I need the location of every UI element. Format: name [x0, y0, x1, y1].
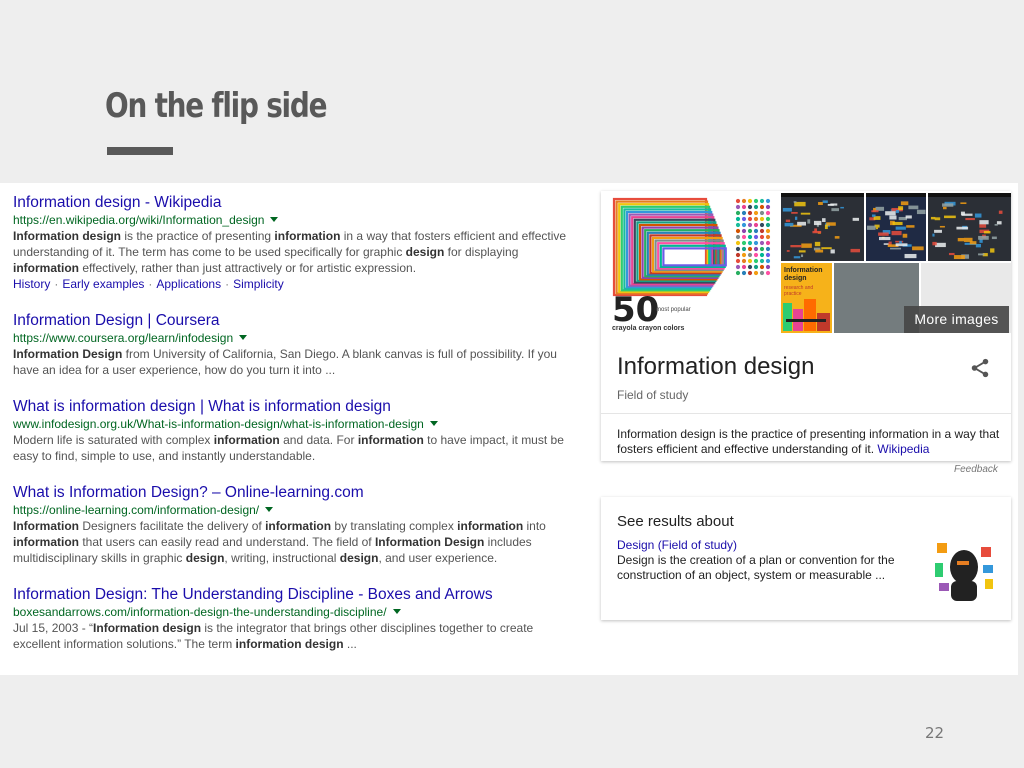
dashboard-thumbnail[interactable]: [866, 193, 926, 261]
result-snippet: Information design is the practice of pr…: [13, 229, 567, 275]
big-number-text: 50: [612, 290, 659, 330]
result-url: boxesandarrows.com/information-design-th…: [13, 604, 573, 620]
search-results: Information design - Wikipedia https://e…: [13, 193, 573, 671]
dropdown-caret-icon[interactable]: [239, 335, 248, 340]
knowledge-panel: 50 most popular crayola crayon colors In…: [601, 191, 1011, 461]
result-snippet: Information Designers facilitate the del…: [13, 519, 546, 565]
result-sitelinks: History · Early examples · Applications · Simp…: [13, 277, 284, 291]
wikipedia-link[interactable]: Wikipedia: [877, 442, 929, 456]
result-title-link[interactable]: What is Information Design? – Online-lea…: [13, 483, 573, 502]
result-title-link[interactable]: Information Design: The Understanding Di…: [13, 585, 573, 604]
svg-text:Information: Information: [784, 267, 823, 274]
result-title-link[interactable]: What is information design | What is inf…: [13, 397, 573, 416]
search-result: Information Design: The Understanding Di…: [13, 585, 573, 652]
search-result: Information Design | Coursera https://ww…: [13, 311, 573, 378]
panel-description-text: Information design is the practice of pr…: [617, 427, 1000, 456]
result-title-link[interactable]: Information Design | Coursera: [13, 311, 573, 330]
search-result: Information design - Wikipedia https://e…: [13, 193, 573, 292]
result-snippet: Information Design from University of Ca…: [13, 347, 557, 377]
title-underline: [107, 147, 173, 155]
dashboard-thumbnail[interactable]: [781, 193, 864, 261]
result-url: https://www.coursera.org/learn/infodesig…: [13, 330, 573, 346]
svg-text:design: design: [784, 275, 807, 282]
dropdown-caret-icon[interactable]: [429, 421, 438, 426]
search-result: What is Information Design? – Online-lea…: [13, 483, 573, 566]
panel-subtitle: Field of study: [617, 388, 689, 402]
see-results-description: Design is the creation of a plan or conv…: [617, 553, 895, 582]
share-icon[interactable]: [969, 357, 991, 379]
design-field-link[interactable]: Design (Field of study): [617, 538, 737, 552]
result-url: https://online-learning.com/information-…: [13, 502, 573, 518]
result-title-link[interactable]: Information design - Wikipedia: [13, 193, 573, 212]
result-snippet: Modern life is saturated with complex in…: [13, 433, 564, 463]
svg-text:practice: practice: [784, 291, 802, 297]
design-thumbnail-image[interactable]: [931, 537, 997, 603]
dropdown-caret-icon[interactable]: [392, 609, 401, 614]
result-url-text: www.infodesign.org.uk/What-is-informatio…: [13, 417, 424, 431]
see-results-panel: See results about Design (Field of study…: [601, 497, 1011, 620]
book-cover-image[interactable]: Information design research and practice: [781, 263, 832, 333]
panel-title: Information design: [617, 353, 815, 380]
sitelink-simplicity[interactable]: Simplicity: [233, 277, 284, 291]
sitelink-applications[interactable]: Applications: [156, 277, 221, 291]
slide-title: On the flip side: [105, 86, 328, 126]
result-snippet: Jul 15, 2003 - “Information design is th…: [13, 621, 534, 651]
result-url-text: https://en.wikipedia.org/wiki/Informatio…: [13, 213, 265, 227]
result-url-text: boxesandarrows.com/information-design-th…: [13, 605, 387, 619]
dropdown-caret-icon[interactable]: [270, 217, 279, 222]
result-url-text: https://www.coursera.org/learn/infodesig…: [13, 331, 234, 345]
crayon-colors-image[interactable]: 50 most popular crayola crayon colors: [606, 193, 778, 333]
caption-small-text: most popular: [656, 307, 691, 313]
caption-text: crayola crayon colors: [612, 325, 684, 332]
sitelink-history[interactable]: History: [13, 277, 50, 291]
more-images-button[interactable]: More images: [904, 306, 1009, 333]
panel-description: Information design is the practice of pr…: [617, 427, 1002, 457]
sitelink-early-examples[interactable]: Early examples: [62, 277, 144, 291]
dropdown-caret-icon[interactable]: [265, 507, 274, 512]
panel-divider: [601, 413, 1011, 414]
search-screenshot: Information design - Wikipedia https://e…: [0, 183, 1018, 675]
result-url-text: https://online-learning.com/information-…: [13, 503, 260, 517]
result-url: https://en.wikipedia.org/wiki/Informatio…: [13, 212, 573, 228]
feedback-link[interactable]: Feedback: [954, 464, 998, 475]
search-result: What is information design | What is inf…: [13, 397, 573, 464]
see-results-heading: See results about: [617, 513, 734, 530]
dashboard-thumbnail[interactable]: [928, 193, 1011, 261]
page-number: 22: [925, 724, 945, 742]
result-url: www.infodesign.org.uk/What-is-informatio…: [13, 416, 573, 432]
